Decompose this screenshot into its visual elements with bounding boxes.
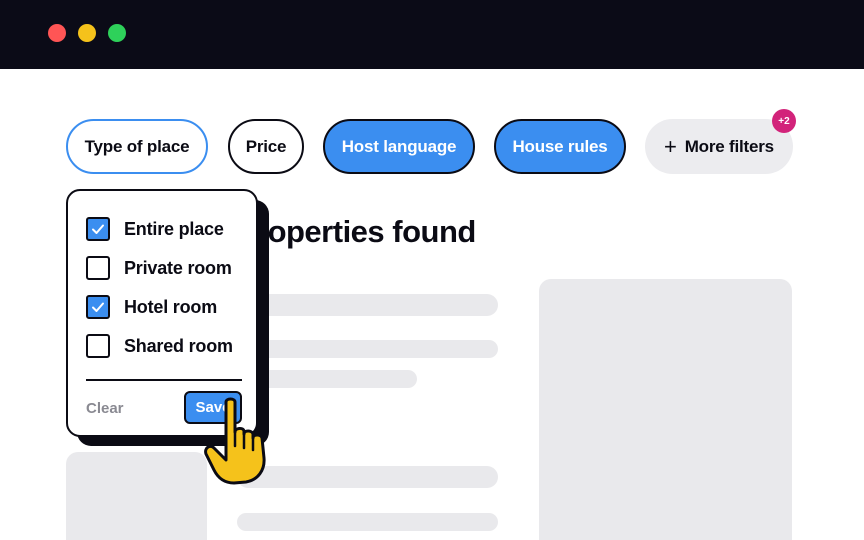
filter-chip-host-language[interactable]: Host language bbox=[323, 119, 475, 174]
option-shared-room[interactable]: Shared room bbox=[86, 334, 233, 358]
skeleton-line bbox=[256, 294, 498, 316]
skeleton-line bbox=[237, 513, 498, 531]
more-filters-button[interactable]: + More filters bbox=[645, 119, 793, 174]
close-window-button[interactable] bbox=[48, 24, 66, 42]
option-entire-place[interactable]: Entire place bbox=[86, 217, 224, 241]
filter-chip-label: House rules bbox=[512, 136, 608, 156]
skeleton-image-card bbox=[66, 452, 207, 540]
skeleton-line bbox=[237, 466, 498, 488]
more-filters-count-badge: +2 bbox=[772, 109, 796, 133]
skeleton-line bbox=[256, 370, 417, 388]
option-label: Hotel room bbox=[124, 296, 218, 317]
filter-chip-house-rules[interactable]: House rules bbox=[494, 119, 626, 174]
skeleton-line bbox=[256, 340, 498, 358]
option-label: Entire place bbox=[124, 218, 224, 239]
filter-chip-type-of-place[interactable]: Type of place bbox=[66, 119, 208, 174]
popup-divider bbox=[86, 379, 242, 381]
checkmark-icon bbox=[92, 224, 104, 234]
skeleton-image-card bbox=[539, 279, 792, 540]
filter-chip-price[interactable]: Price bbox=[228, 119, 304, 174]
hand-pointer-icon bbox=[204, 397, 266, 485]
filter-chip-label: Host language bbox=[341, 136, 457, 156]
option-hotel-room[interactable]: Hotel room bbox=[86, 295, 217, 319]
maximize-window-button[interactable] bbox=[108, 24, 126, 42]
checkbox-unchecked[interactable] bbox=[86, 334, 110, 358]
checkbox-checked[interactable] bbox=[86, 217, 110, 241]
plus-icon: + bbox=[664, 133, 677, 159]
checkbox-checked[interactable] bbox=[86, 295, 110, 319]
minimize-window-button[interactable] bbox=[78, 24, 96, 42]
option-label: Private room bbox=[124, 257, 232, 278]
filter-chip-label: Type of place bbox=[84, 136, 190, 156]
checkbox-unchecked[interactable] bbox=[86, 256, 110, 280]
window-titlebar bbox=[0, 0, 864, 69]
results-heading: roperties found bbox=[256, 214, 476, 249]
option-private-room[interactable]: Private room bbox=[86, 256, 232, 280]
option-label: Shared room bbox=[124, 335, 233, 356]
filter-chip-label: Price bbox=[245, 136, 287, 156]
checkmark-icon bbox=[92, 302, 104, 312]
clear-button[interactable]: Clear bbox=[86, 400, 124, 417]
more-filters-label: More filters bbox=[684, 136, 774, 156]
